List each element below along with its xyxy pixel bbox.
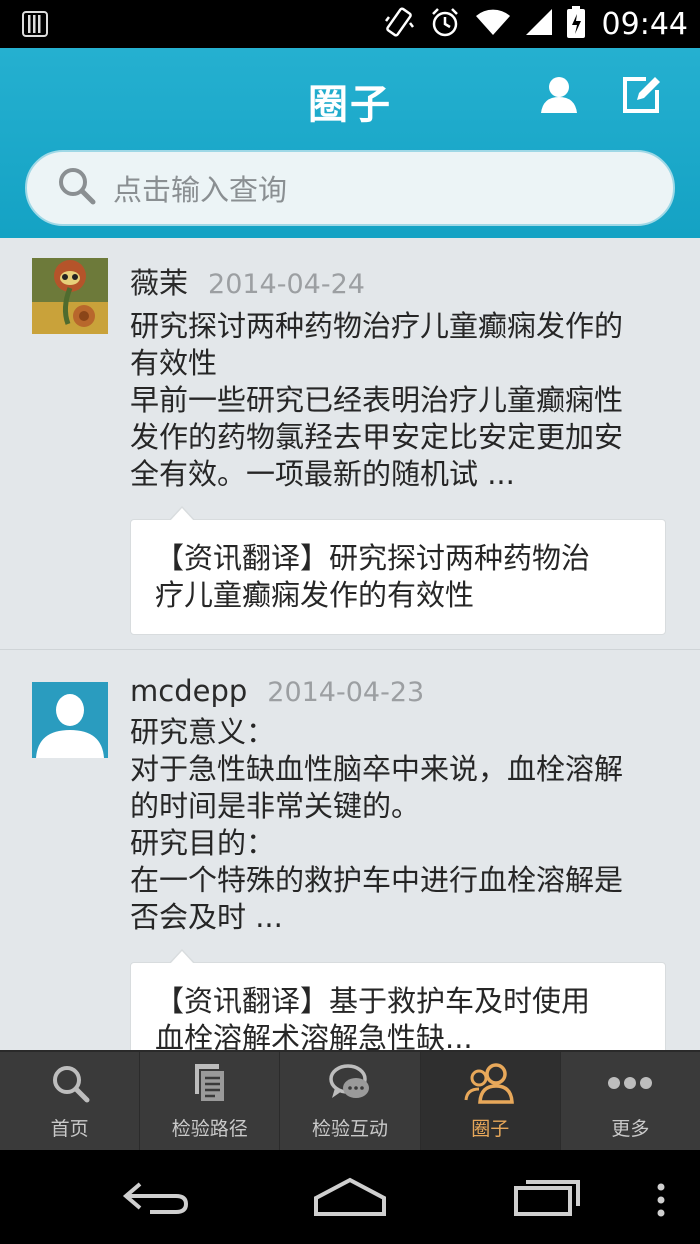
page-title: 圈子: [308, 82, 392, 128]
tab-label: 检验互动: [312, 1117, 389, 1140]
post-date: 2014-04-23: [267, 677, 425, 708]
app-header: 圈子 点击输入查询: [0, 48, 700, 238]
search-bar[interactable]: 点击输入查询: [25, 150, 675, 226]
content-line: 研究目的：: [130, 826, 276, 860]
more-icon: [606, 1062, 654, 1108]
post-feed[interactable]: 薇茉 2014-04-24 研究探讨两种药物治疗儿童癫痫发作的 有效性 早前一些…: [0, 238, 700, 1050]
post-content[interactable]: 研究探讨两种药物治疗儿童癫痫发作的 有效性 早前一些研究已经表明治疗儿童癫痫性 …: [130, 308, 666, 493]
menu-dots-icon[interactable]: [654, 1182, 668, 1222]
search-input[interactable]: 点击输入查询: [113, 167, 287, 209]
chat-icon: [328, 1062, 372, 1108]
content-line: 有效性: [130, 346, 218, 380]
tab-home[interactable]: 首页: [0, 1052, 141, 1150]
home-button[interactable]: [312, 1176, 388, 1222]
post-date: 2014-04-24: [208, 269, 365, 300]
documents-icon: [189, 1062, 231, 1108]
bottom-tab-bar: 首页 检验路径 检验互动 圈子 更多: [0, 1050, 700, 1150]
tab-label: 圈子: [471, 1117, 510, 1140]
clock: 09:44: [601, 6, 688, 42]
tab-inspection-interaction[interactable]: 检验互动: [280, 1052, 421, 1150]
card-line: 【资讯翻译】研究探讨两种药物治: [155, 541, 591, 575]
avatar[interactable]: [32, 258, 108, 334]
post-content[interactable]: 研究意义： 对于急性缺血性脑卒中来说，血栓溶解 的时间是非常关键的。 研究目的：…: [130, 714, 666, 936]
system-nav-bar: [0, 1150, 700, 1244]
default-avatar[interactable]: [32, 682, 108, 758]
tab-label: 检验路径: [171, 1117, 248, 1140]
content-line: 的时间是非常关键的。: [130, 789, 421, 823]
tab-label: 更多: [611, 1117, 650, 1140]
content-line: 在一个特殊的救护车中进行血栓溶解是: [130, 863, 624, 897]
content-line: 否会及时 ...: [130, 900, 283, 934]
content-line: 研究探讨两种药物治疗儿童癫痫发作的: [130, 309, 624, 343]
shared-article-card[interactable]: 【资讯翻译】研究探讨两种药物治 疗儿童癫痫发作的有效性: [130, 506, 666, 635]
profile-button[interactable]: [534, 72, 584, 122]
search-icon: [57, 166, 97, 210]
content-line: 发作的药物氯羟去甲安定比安定更加安: [130, 420, 624, 454]
recent-apps-button[interactable]: [512, 1178, 582, 1222]
vibrate-icon: [382, 5, 416, 43]
wifi-icon: [474, 7, 512, 41]
author-name[interactable]: mcdepp: [130, 674, 247, 708]
signal-icon: [524, 7, 554, 41]
content-line: 对于急性缺血性脑卒中来说，血栓溶解: [130, 752, 624, 786]
card-line: 疗儿童癫痫发作的有效性: [155, 578, 475, 612]
content-line: 全有效。一项最新的随机试 ...: [130, 457, 515, 491]
post-item[interactable]: mcdepp 2014-04-23 研究意义： 对于急性缺血性脑卒中来说，血栓溶…: [0, 650, 700, 1050]
alarm-icon: [428, 5, 462, 43]
tab-more[interactable]: 更多: [561, 1052, 700, 1150]
edit-icon: [620, 74, 662, 120]
status-bar: 09:44: [0, 0, 700, 48]
author-name[interactable]: 薇茉: [130, 260, 188, 302]
compose-button[interactable]: [616, 72, 666, 122]
people-icon: [464, 1062, 516, 1108]
user-icon: [539, 75, 579, 119]
back-button[interactable]: [120, 1178, 192, 1222]
card-line: 【资讯翻译】基于救护车及时使用: [155, 984, 591, 1018]
tab-inspection-path[interactable]: 检验路径: [140, 1052, 281, 1150]
tab-circle[interactable]: 圈子: [420, 1052, 561, 1150]
shared-article-card[interactable]: 【资讯翻译】基于救护车及时使用 血栓溶解术溶解急性缺...: [130, 949, 666, 1050]
battery-icon: [566, 5, 586, 43]
content-line: 早前一些研究已经表明治疗儿童癫痫性: [130, 383, 624, 417]
content-line: 研究意义：: [130, 715, 276, 749]
post-item[interactable]: 薇茉 2014-04-24 研究探讨两种药物治疗儿童癫痫发作的 有效性 早前一些…: [0, 238, 700, 650]
card-line: 血栓溶解术溶解急性缺...: [155, 1021, 473, 1050]
search-icon: [49, 1062, 91, 1108]
sim-icon: [22, 11, 48, 41]
tab-label: 首页: [50, 1117, 89, 1140]
